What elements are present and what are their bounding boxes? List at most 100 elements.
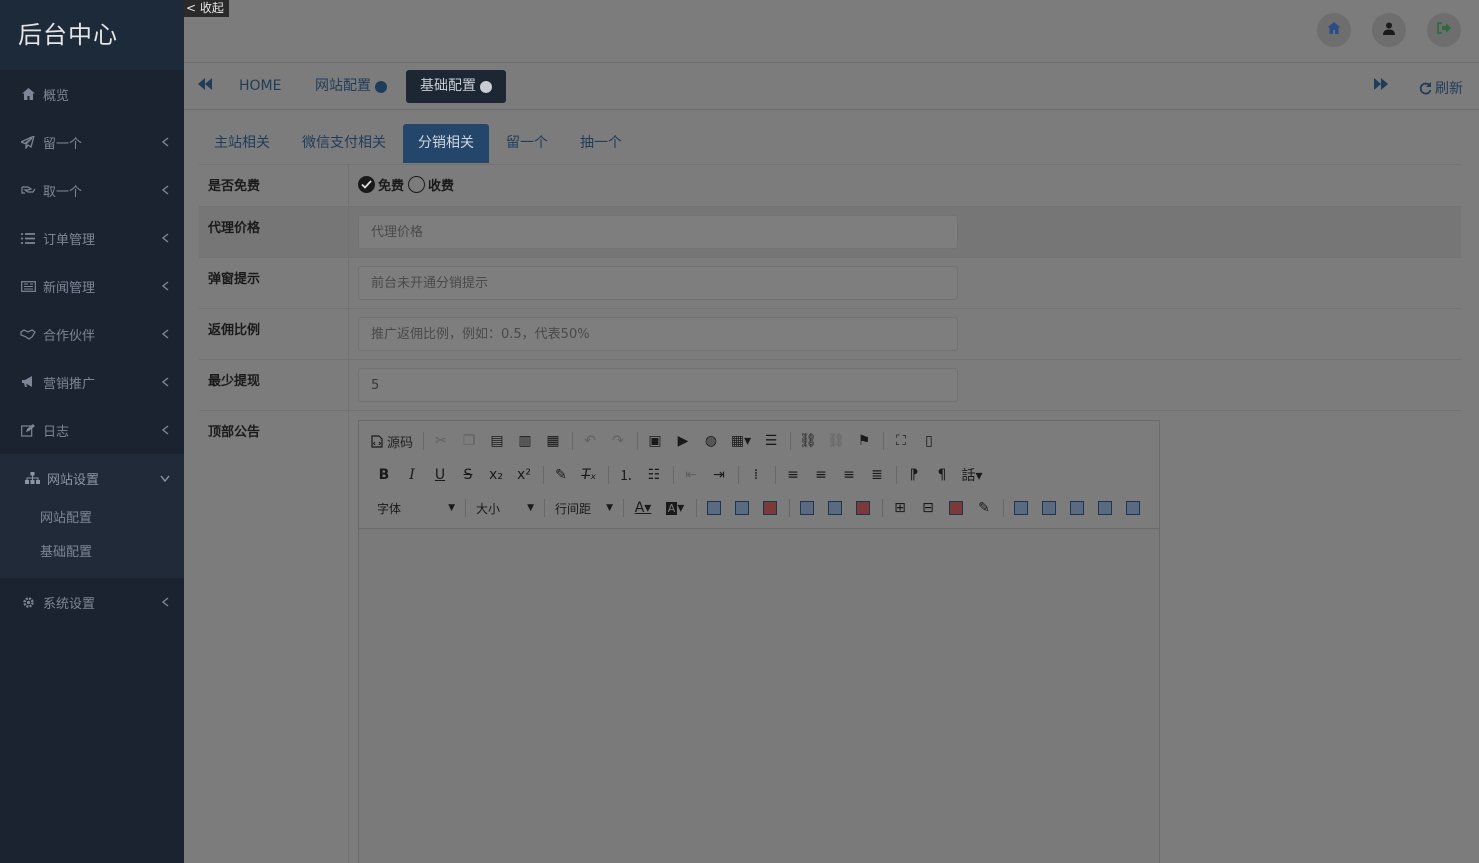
tab-home[interactable]: HOME xyxy=(225,70,295,103)
split-vertical-icon[interactable] xyxy=(1120,496,1146,520)
table-properties-icon[interactable]: ✎ xyxy=(971,496,997,520)
cell-align-icon[interactable] xyxy=(1008,496,1034,520)
split-cell-icon[interactable] xyxy=(1064,496,1090,520)
clear-format-icon[interactable]: T̶ₓ xyxy=(576,463,602,487)
undo-icon[interactable]: ↶ xyxy=(577,429,603,453)
home-icon xyxy=(1327,22,1341,38)
sidebar-item-system-settings[interactable]: 系统设置 xyxy=(0,578,184,626)
tabs-scroll-right-button[interactable] xyxy=(1374,78,1388,94)
split-horizontal-icon[interactable] xyxy=(1092,496,1118,520)
anchor-flag-icon[interactable]: ⚑ xyxy=(851,429,877,453)
paste-icon[interactable]: ▤ xyxy=(484,429,510,453)
rtl-icon[interactable]: ¶ xyxy=(929,463,955,487)
subtab-distribution[interactable]: 分销相关 xyxy=(403,124,489,163)
sidebar-subitem-site-config[interactable]: 网站配置 xyxy=(0,502,184,536)
gear-icon xyxy=(20,595,36,609)
language-icon[interactable]: 話▾ xyxy=(957,463,987,487)
radio-paid-label: 收费 xyxy=(428,179,455,194)
ltr-icon[interactable]: ⁋ xyxy=(901,463,927,487)
align-right-icon[interactable]: ≡ xyxy=(836,463,862,487)
delete-table-icon[interactable] xyxy=(943,496,969,520)
delete-col-icon[interactable] xyxy=(850,496,876,520)
subscript-icon[interactable]: x₂ xyxy=(483,463,509,487)
align-center-icon[interactable]: ≡ xyxy=(808,463,834,487)
sidebar-item-take-one[interactable]: 取一个 xyxy=(0,166,184,214)
tab-basic-config[interactable]: 基础配置 xyxy=(406,70,506,103)
insert-row-icon[interactable] xyxy=(729,496,755,520)
background-color-icon[interactable]: A ▾ xyxy=(660,496,690,520)
radio-free[interactable] xyxy=(358,176,375,193)
size-select[interactable]: 大小 ▼ xyxy=(470,497,540,519)
unordered-list-icon[interactable]: ☷ xyxy=(641,463,667,487)
table-icon[interactable]: ▦▾ xyxy=(726,429,756,453)
refresh-button[interactable]: 刷新 xyxy=(1419,78,1463,98)
underline-icon[interactable]: U xyxy=(427,463,453,487)
subtab-wechat-pay[interactable]: 微信支付相关 xyxy=(287,124,401,163)
copy-icon[interactable]: ❐ xyxy=(456,429,482,453)
sidebar-item-orders[interactable]: 订单管理 xyxy=(0,214,184,262)
horizontal-rule-icon[interactable]: ☰ xyxy=(758,429,784,453)
paste-word-icon[interactable]: ▦ xyxy=(540,429,566,453)
insert-col-after-icon[interactable] xyxy=(822,496,848,520)
line-height-select[interactable]: 行间距 ▼ xyxy=(549,497,619,519)
close-icon[interactable] xyxy=(480,80,492,98)
format-painter-icon[interactable]: ✎ xyxy=(548,463,574,487)
page-break-icon[interactable]: ⁞ xyxy=(743,463,769,487)
subtab-main-site[interactable]: 主站相关 xyxy=(199,124,285,163)
link-icon[interactable]: ⛓ xyxy=(795,429,821,453)
delete-row-icon[interactable] xyxy=(757,496,783,520)
min-withdraw-input[interactable] xyxy=(358,368,958,402)
redo-icon[interactable]: ↷ xyxy=(605,429,631,453)
logout-button[interactable] xyxy=(1427,13,1461,47)
insert-col-before-icon[interactable] xyxy=(794,496,820,520)
paste-text-icon[interactable]: ▥ xyxy=(512,429,538,453)
sidebar-item-overview[interactable]: 概览 xyxy=(0,70,184,118)
ordered-list-icon[interactable]: ⒈ xyxy=(613,463,639,487)
source-button[interactable]: 源码 xyxy=(371,432,413,451)
tabs-scroll-left-button[interactable] xyxy=(198,78,212,94)
dropdown-icon: ▼ xyxy=(606,503,613,513)
unlink-icon[interactable]: ⛓ xyxy=(823,429,849,453)
sidebar-item-log[interactable]: 日志 xyxy=(0,406,184,454)
indent-icon[interactable]: ⇥ xyxy=(706,463,732,487)
radio-paid[interactable] xyxy=(408,176,426,193)
merge-down-icon[interactable]: ⊟ xyxy=(915,496,941,520)
italic-icon[interactable]: I xyxy=(399,463,425,487)
popup-tip-input[interactable] xyxy=(358,266,958,300)
flash-icon[interactable]: ◍ xyxy=(698,429,724,453)
outdent-icon[interactable]: ⇤ xyxy=(678,463,704,487)
editor-content-area[interactable] xyxy=(359,529,1159,863)
sidebar-item-leave-one[interactable]: 留一个 xyxy=(0,118,184,166)
rebate-input[interactable] xyxy=(358,317,958,351)
strikethrough-icon[interactable]: S xyxy=(455,463,481,487)
sidebar-subitem-basic-config[interactable]: 基础配置 xyxy=(0,536,184,570)
superscript-icon[interactable]: x² xyxy=(511,463,537,487)
subtab-draw-one[interactable]: 抽一个 xyxy=(565,124,637,163)
cell-properties-icon[interactable] xyxy=(1036,496,1062,520)
cut-icon[interactable]: ✂ xyxy=(428,429,454,453)
sidebar-item-news[interactable]: 新闻管理 xyxy=(0,262,184,310)
subtab-leave-one[interactable]: 留一个 xyxy=(491,124,563,163)
close-icon[interactable] xyxy=(375,80,387,98)
collapse-sidebar-button[interactable]: < 收起 xyxy=(184,0,229,17)
sidebar-item-site-settings[interactable]: 网站设置 xyxy=(0,454,184,502)
bold-icon[interactable]: B xyxy=(371,463,397,487)
align-justify-icon[interactable]: ≣ xyxy=(864,463,890,487)
video-icon[interactable]: ▶ xyxy=(670,429,696,453)
chevron-left-icon xyxy=(160,377,170,387)
image-icon[interactable]: ▣ xyxy=(642,429,668,453)
font-select[interactable]: 字体 ▼ xyxy=(371,497,461,519)
merge-right-icon[interactable]: ⊞ xyxy=(887,496,913,520)
sidebar-item-partners[interactable]: 合作伙伴 xyxy=(0,310,184,358)
align-left-icon[interactable]: ≡ xyxy=(780,463,806,487)
preview-icon[interactable]: ▯ xyxy=(916,429,942,453)
fullscreen-icon[interactable]: ⛶ xyxy=(888,429,914,453)
user-button[interactable] xyxy=(1372,13,1406,47)
home-button[interactable] xyxy=(1317,13,1351,47)
tab-site-config[interactable]: 网站配置 xyxy=(301,70,401,103)
agent-price-input[interactable] xyxy=(358,215,958,249)
tab-label: HOME xyxy=(239,78,282,94)
insert-table-icon[interactable] xyxy=(701,496,727,520)
font-color-icon[interactable]: A▾ xyxy=(628,496,658,520)
sidebar-item-marketing[interactable]: 营销推广 xyxy=(0,358,184,406)
